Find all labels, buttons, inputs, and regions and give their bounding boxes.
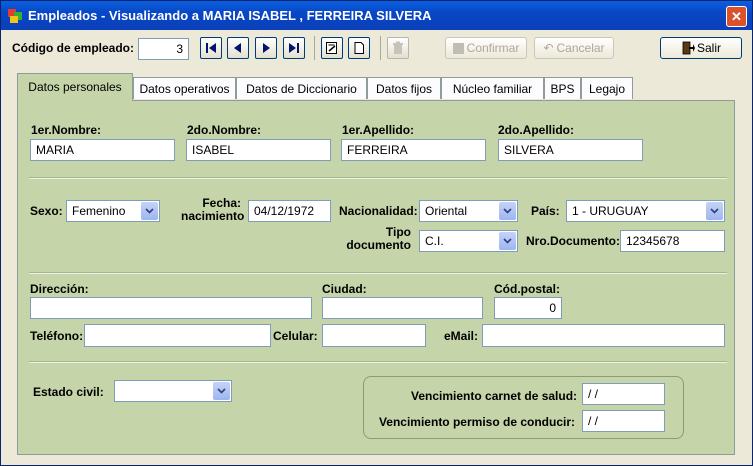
direccion-field[interactable]	[30, 297, 312, 319]
chevron-down-icon	[213, 382, 230, 400]
cancelar-button[interactable]: ↶ Cancelar	[534, 37, 614, 59]
window-title: Empleados - Visualizando a MARIA ISABEL …	[28, 8, 432, 23]
employee-window: Empleados - Visualizando a MARIA ISABEL …	[0, 0, 753, 466]
section-divider	[29, 272, 727, 274]
codigo-empleado-field[interactable]: 3	[138, 38, 189, 60]
apellido1-label: 1er.Apellido:	[342, 123, 415, 137]
section-divider	[29, 361, 727, 363]
email-label: eMail:	[444, 329, 479, 343]
edit-button[interactable]	[321, 37, 343, 59]
sexo-select[interactable]: Femenino	[66, 200, 160, 222]
nombre2-field[interactable]: ISABEL	[186, 139, 331, 161]
first-record-icon	[206, 43, 216, 53]
edit-icon	[326, 42, 337, 54]
telefono-field[interactable]	[84, 324, 271, 347]
nombre1-label: 1er.Nombre:	[31, 123, 102, 137]
fecha-nacimiento-field[interactable]: 04/12/1972	[248, 200, 331, 222]
nacionalidad-value: Oriental	[425, 204, 468, 218]
estado-civil-select[interactable]	[114, 380, 232, 402]
new-icon	[354, 42, 364, 54]
venc-conducir-field[interactable]: / /	[582, 410, 665, 432]
apellido2-label: 2do.Apellido:	[498, 123, 574, 137]
nombre2-label: 2do.Nombre:	[187, 123, 262, 137]
chevron-down-icon	[499, 202, 516, 220]
confirmar-label: Confirmar	[466, 41, 520, 55]
apellido2-field[interactable]: SILVERA	[498, 139, 643, 161]
tipo-documento-value: C.I.	[425, 234, 444, 248]
estado-civil-label: Estado civil:	[33, 385, 104, 399]
cancelar-label: Cancelar	[556, 41, 605, 55]
last-record-button[interactable]	[283, 37, 305, 59]
pais-select[interactable]: 1 - URUGUAY	[566, 200, 725, 222]
delete-button[interactable]	[387, 37, 409, 59]
codpostal-label: Cód.postal:	[494, 282, 560, 296]
pais-label: País:	[531, 204, 560, 218]
chevron-down-icon	[499, 232, 516, 250]
nacionalidad-select[interactable]: Oriental	[419, 200, 518, 222]
telefono-label: Teléfono:	[30, 329, 84, 343]
venc-salud-label: Vencimiento carnet de salud:	[411, 389, 578, 403]
tab-datos-diccionario[interactable]: Datos de Diccionario	[236, 77, 367, 99]
sexo-value: Femenino	[72, 204, 126, 218]
tipo-documento-label: Tipo documento	[341, 225, 411, 252]
tab-nucleo-familiar[interactable]: Núcleo familiar	[441, 77, 544, 99]
fecha-label-line2: nacimiento	[181, 209, 245, 223]
ciudad-label: Ciudad:	[322, 282, 367, 296]
first-record-button[interactable]	[200, 37, 222, 59]
tipo-documento-select[interactable]: C.I.	[419, 230, 518, 252]
title-bar[interactable]: Empleados - Visualizando a MARIA ISABEL …	[1, 1, 752, 30]
fecha-nacimiento-label: Fecha: nacimiento	[181, 196, 245, 223]
prev-record-button[interactable]	[227, 37, 249, 59]
undo-icon: ↶	[543, 41, 554, 55]
direccion-label: Dirección:	[30, 282, 89, 296]
tipo-doc-label-line2: documento	[346, 238, 411, 252]
venc-salud-field[interactable]: / /	[582, 383, 665, 405]
codpostal-field[interactable]: 0	[494, 297, 562, 319]
sexo-label: Sexo:	[30, 204, 63, 218]
app-icon	[8, 9, 22, 23]
salir-label: Salir	[696, 41, 721, 55]
ciudad-field[interactable]	[322, 297, 483, 319]
venc-conducir-label: Vencimiento permiso de conducir:	[378, 415, 575, 429]
confirm-icon	[452, 42, 464, 54]
celular-field[interactable]	[322, 324, 426, 347]
delete-icon	[393, 41, 403, 54]
chevron-down-icon	[706, 202, 723, 220]
nro-documento-field[interactable]: 12345678	[620, 230, 725, 252]
tab-bps[interactable]: BPS	[544, 77, 581, 99]
next-record-icon	[263, 43, 270, 53]
tipo-doc-label-line1: Tipo	[385, 225, 411, 239]
chevron-down-icon	[141, 202, 158, 220]
tab-datos-operativos[interactable]: Datos operativos	[133, 77, 236, 99]
section-divider	[29, 177, 727, 179]
pais-value: 1 - URUGUAY	[572, 204, 649, 218]
confirmar-button[interactable]: Confirmar	[445, 37, 527, 59]
fecha-label-line1: Fecha:	[202, 196, 241, 210]
nacionalidad-label: Nacionalidad:	[339, 204, 418, 218]
close-icon: ✕	[731, 9, 742, 24]
tab-datos-fijos[interactable]: Datos fijos	[367, 77, 441, 99]
exit-door-icon	[682, 41, 695, 55]
nro-documento-label: Nro.Documento:	[526, 234, 620, 248]
codigo-empleado-label: Código de empleado:	[12, 41, 135, 55]
toolbar-separator	[380, 36, 381, 60]
celular-label: Celular:	[273, 329, 318, 343]
prev-record-icon	[234, 43, 241, 53]
close-button[interactable]: ✕	[726, 6, 747, 27]
toolbar-separator	[314, 36, 315, 60]
next-record-button[interactable]	[255, 37, 277, 59]
new-button[interactable]	[348, 37, 370, 59]
email-field[interactable]	[482, 324, 725, 347]
apellido1-field[interactable]: FERREIRA	[341, 139, 486, 161]
nombre1-field[interactable]: MARIA	[30, 139, 175, 161]
tab-datos-personales[interactable]: Datos personales	[17, 73, 133, 101]
salir-button[interactable]: Salir	[660, 37, 742, 59]
last-record-icon	[289, 43, 299, 53]
tab-legajo[interactable]: Legajo	[581, 77, 633, 99]
